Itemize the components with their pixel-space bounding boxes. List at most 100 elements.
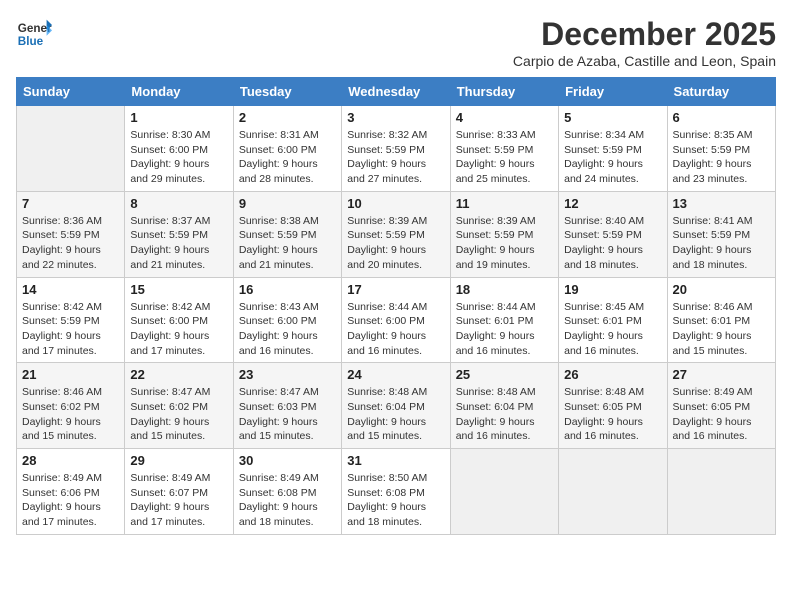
calendar-cell: 30 Sunrise: 8:49 AMSunset: 6:08 PMDayligh…	[233, 449, 341, 535]
day-number: 22	[130, 367, 227, 382]
calendar-cell: 20 Sunrise: 8:46 AMSunset: 6:01 PMDayligh…	[667, 277, 775, 363]
day-info: Sunrise: 8:42 AMSunset: 5:59 PMDaylight:…	[22, 300, 119, 359]
calendar-cell: 29 Sunrise: 8:49 AMSunset: 6:07 PMDayligh…	[125, 449, 233, 535]
calendar-cell: 13 Sunrise: 8:41 AMSunset: 5:59 PMDayligh…	[667, 191, 775, 277]
weekday-header-saturday: Saturday	[667, 78, 775, 106]
calendar-cell: 15Sunrise: 8:42 AMSunset: 6:00 PMDayligh…	[125, 277, 233, 363]
day-info: Sunrise: 8:43 AMSunset: 6:00 PMDaylight:…	[239, 300, 336, 359]
calendar-cell: 3Sunrise: 8:32 AMSunset: 5:59 PMDaylight…	[342, 106, 450, 192]
day-number: 17	[347, 282, 444, 297]
calendar-cell: 23 Sunrise: 8:47 AMSunset: 6:03 PMDayligh…	[233, 363, 341, 449]
calendar-cell: 22Sunrise: 8:47 AMSunset: 6:02 PMDayligh…	[125, 363, 233, 449]
day-number: 20	[673, 282, 770, 297]
calendar-week-row: 28 Sunrise: 8:49 AMSunset: 6:06 PMDayligh…	[17, 449, 776, 535]
calendar-cell: 18 Sunrise: 8:44 AMSunset: 6:01 PMDayligh…	[450, 277, 558, 363]
weekday-header-row: SundayMondayTuesdayWednesdayThursdayFrid…	[17, 78, 776, 106]
calendar-cell: 19 Sunrise: 8:45 AMSunset: 6:01 PMDayligh…	[559, 277, 667, 363]
calendar-cell: 5Sunrise: 8:34 AMSunset: 5:59 PMDaylight…	[559, 106, 667, 192]
day-number: 8	[130, 196, 227, 211]
day-info: Sunrise: 8:46 AMSunset: 6:01 PMDaylight:…	[673, 300, 770, 359]
weekday-header-friday: Friday	[559, 78, 667, 106]
day-number: 12	[564, 196, 661, 211]
calendar-week-row: 7Sunrise: 8:36 AMSunset: 5:59 PMDaylight…	[17, 191, 776, 277]
location-subtitle: Carpio de Azaba, Castille and Leon, Spai…	[513, 53, 776, 69]
calendar-cell: 16 Sunrise: 8:43 AMSunset: 6:00 PMDayligh…	[233, 277, 341, 363]
calendar-cell: 28 Sunrise: 8:49 AMSunset: 6:06 PMDayligh…	[17, 449, 125, 535]
calendar-cell: 10 Sunrise: 8:39 AMSunset: 5:59 PMDayligh…	[342, 191, 450, 277]
day-number: 9	[239, 196, 336, 211]
calendar-cell: 24Sunrise: 8:48 AMSunset: 6:04 PMDayligh…	[342, 363, 450, 449]
day-number: 18	[456, 282, 553, 297]
day-info: Sunrise: 8:47 AMSunset: 6:03 PMDaylight:…	[239, 385, 336, 444]
day-info: Sunrise: 8:41 AMSunset: 5:59 PMDaylight:…	[673, 214, 770, 273]
calendar-cell	[559, 449, 667, 535]
calendar-cell: 14 Sunrise: 8:42 AMSunset: 5:59 PMDayligh…	[17, 277, 125, 363]
logo: General Blue	[16, 16, 52, 52]
calendar-cell: 1 Sunrise: 8:30 AMSunset: 6:00 PMDaylight…	[125, 106, 233, 192]
day-info: Sunrise: 8:34 AMSunset: 5:59 PMDaylight:…	[564, 128, 661, 187]
day-info: Sunrise: 8:33 AMSunset: 5:59 PMDaylight:…	[456, 128, 553, 187]
weekday-header-thursday: Thursday	[450, 78, 558, 106]
day-info: Sunrise: 8:30 AMSunset: 6:00 PMDaylight:…	[130, 128, 227, 187]
day-info: Sunrise: 8:49 AMSunset: 6:06 PMDaylight:…	[22, 471, 119, 530]
calendar-cell: 17 Sunrise: 8:44 AMSunset: 6:00 PMDayligh…	[342, 277, 450, 363]
calendar-header: SundayMondayTuesdayWednesdayThursdayFrid…	[17, 78, 776, 106]
weekday-header-tuesday: Tuesday	[233, 78, 341, 106]
calendar-cell: 11 Sunrise: 8:39 AMSunset: 5:59 PMDayligh…	[450, 191, 558, 277]
month-title: December 2025	[513, 16, 776, 53]
calendar-cell: 8Sunrise: 8:37 AMSunset: 5:59 PMDaylight…	[125, 191, 233, 277]
day-number: 10	[347, 196, 444, 211]
day-info: Sunrise: 8:38 AMSunset: 5:59 PMDaylight:…	[239, 214, 336, 273]
svg-text:Blue: Blue	[18, 35, 44, 48]
day-info: Sunrise: 8:48 AMSunset: 6:05 PMDaylight:…	[564, 385, 661, 444]
calendar-cell: 21Sunrise: 8:46 AMSunset: 6:02 PMDayligh…	[17, 363, 125, 449]
day-info: Sunrise: 8:48 AMSunset: 6:04 PMDaylight:…	[456, 385, 553, 444]
calendar-cell	[450, 449, 558, 535]
calendar-table: SundayMondayTuesdayWednesdayThursdayFrid…	[16, 77, 776, 535]
calendar-cell: 31Sunrise: 8:50 AMSunset: 6:08 PMDayligh…	[342, 449, 450, 535]
day-number: 6	[673, 110, 770, 125]
day-number: 11	[456, 196, 553, 211]
day-info: Sunrise: 8:44 AMSunset: 6:00 PMDaylight:…	[347, 300, 444, 359]
day-number: 14	[22, 282, 119, 297]
day-number: 13	[673, 196, 770, 211]
day-info: Sunrise: 8:49 AMSunset: 6:07 PMDaylight:…	[130, 471, 227, 530]
day-number: 28	[22, 453, 119, 468]
day-number: 3	[347, 110, 444, 125]
calendar-week-row: 14 Sunrise: 8:42 AMSunset: 5:59 PMDayligh…	[17, 277, 776, 363]
calendar-body: 1 Sunrise: 8:30 AMSunset: 6:00 PMDaylight…	[17, 106, 776, 535]
calendar-cell: 7Sunrise: 8:36 AMSunset: 5:59 PMDaylight…	[17, 191, 125, 277]
day-info: Sunrise: 8:39 AMSunset: 5:59 PMDaylight:…	[456, 214, 553, 273]
day-info: Sunrise: 8:45 AMSunset: 6:01 PMDaylight:…	[564, 300, 661, 359]
day-info: Sunrise: 8:48 AMSunset: 6:04 PMDaylight:…	[347, 385, 444, 444]
day-info: Sunrise: 8:49 AMSunset: 6:08 PMDaylight:…	[239, 471, 336, 530]
day-info: Sunrise: 8:42 AMSunset: 6:00 PMDaylight:…	[130, 300, 227, 359]
day-number: 26	[564, 367, 661, 382]
calendar-cell: 27Sunrise: 8:49 AMSunset: 6:05 PMDayligh…	[667, 363, 775, 449]
day-number: 2	[239, 110, 336, 125]
day-number: 7	[22, 196, 119, 211]
day-number: 1	[130, 110, 227, 125]
day-info: Sunrise: 8:44 AMSunset: 6:01 PMDaylight:…	[456, 300, 553, 359]
weekday-header-sunday: Sunday	[17, 78, 125, 106]
weekday-header-wednesday: Wednesday	[342, 78, 450, 106]
calendar-week-row: 1 Sunrise: 8:30 AMSunset: 6:00 PMDaylight…	[17, 106, 776, 192]
page-header: General Blue December 2025 Carpio de Aza…	[16, 16, 776, 69]
calendar-cell: 26 Sunrise: 8:48 AMSunset: 6:05 PMDayligh…	[559, 363, 667, 449]
calendar-cell: 25Sunrise: 8:48 AMSunset: 6:04 PMDayligh…	[450, 363, 558, 449]
title-block: December 2025 Carpio de Azaba, Castille …	[513, 16, 776, 69]
logo-icon: General Blue	[16, 16, 52, 52]
calendar-week-row: 21Sunrise: 8:46 AMSunset: 6:02 PMDayligh…	[17, 363, 776, 449]
day-info: Sunrise: 8:40 AMSunset: 5:59 PMDaylight:…	[564, 214, 661, 273]
calendar-cell	[17, 106, 125, 192]
calendar-cell: 4Sunrise: 8:33 AMSunset: 5:59 PMDaylight…	[450, 106, 558, 192]
day-number: 16	[239, 282, 336, 297]
calendar-cell: 9 Sunrise: 8:38 AMSunset: 5:59 PMDaylight…	[233, 191, 341, 277]
day-info: Sunrise: 8:39 AMSunset: 5:59 PMDaylight:…	[347, 214, 444, 273]
day-info: Sunrise: 8:46 AMSunset: 6:02 PMDaylight:…	[22, 385, 119, 444]
day-number: 29	[130, 453, 227, 468]
day-number: 30	[239, 453, 336, 468]
day-number: 19	[564, 282, 661, 297]
day-number: 23	[239, 367, 336, 382]
day-info: Sunrise: 8:35 AMSunset: 5:59 PMDaylight:…	[673, 128, 770, 187]
